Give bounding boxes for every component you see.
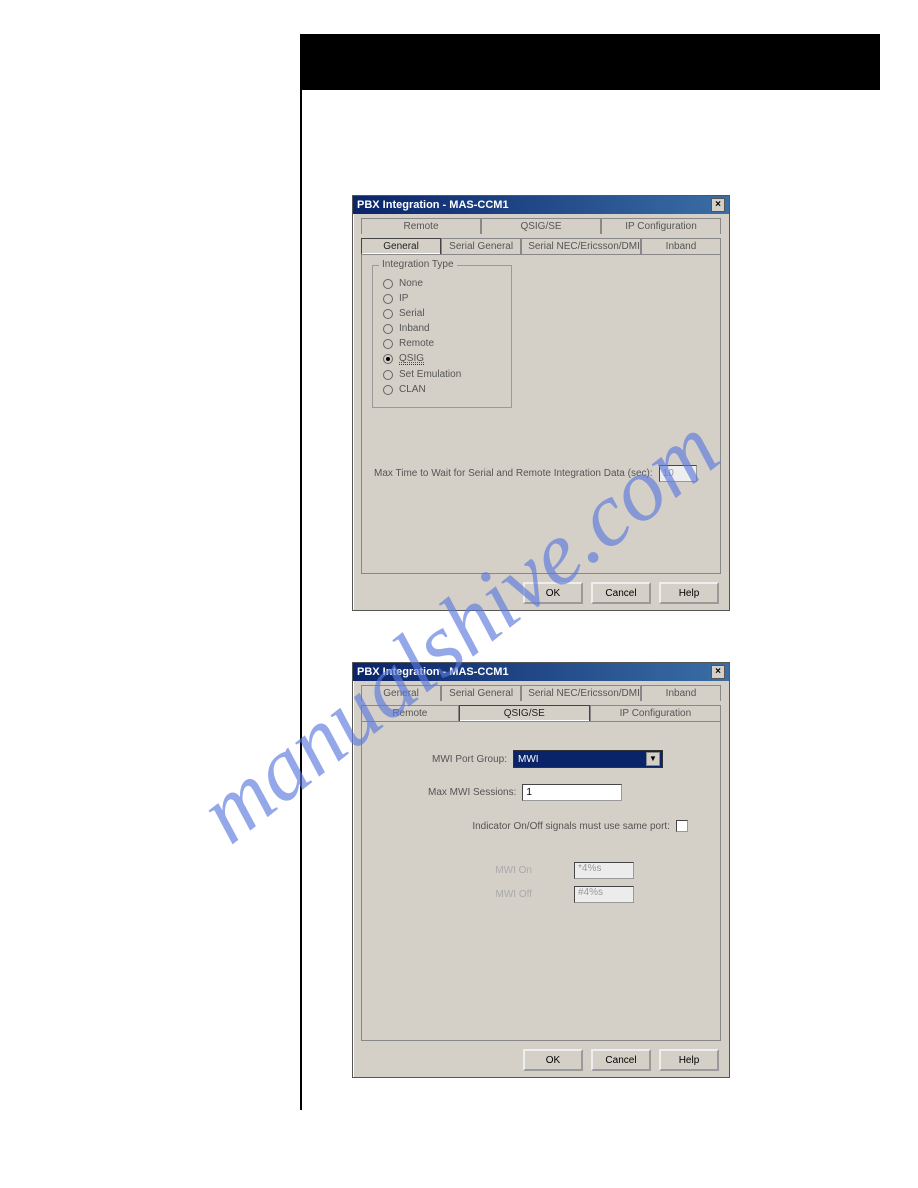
- tab-row-lower: General Serial General Serial NEC/Ericss…: [361, 238, 721, 254]
- help-button[interactable]: Help: [659, 582, 719, 604]
- tab-panel-qsig-se: MWI Port Group: MWI ▼ Max MWI Sessions: …: [361, 721, 721, 1041]
- groupbox-title: Integration Type: [379, 259, 457, 270]
- dropdown-value: MWI: [518, 754, 539, 765]
- max-mwi-input[interactable]: [522, 784, 622, 801]
- radio-remote[interactable]: Remote: [383, 338, 501, 349]
- tab-ip-configuration[interactable]: IP Configuration: [590, 705, 721, 721]
- tab-ip-configuration[interactable]: IP Configuration: [601, 218, 721, 234]
- tab-row-upper: Remote QSIG/SE IP Configuration: [361, 218, 721, 234]
- button-row: OK Cancel Help: [353, 1049, 719, 1071]
- margin-rule: [300, 90, 302, 1110]
- tab-row-lower: Remote QSIG/SE IP Configuration: [361, 705, 721, 721]
- tab-serial-nec[interactable]: Serial NEC/Ericsson/DMID: [521, 685, 641, 701]
- button-row: OK Cancel Help: [353, 582, 719, 604]
- radio-ip[interactable]: IP: [383, 293, 501, 304]
- help-button[interactable]: Help: [659, 1049, 719, 1071]
- indicator-row: Indicator On/Off signals must use same p…: [428, 820, 688, 832]
- mwi-on-label: MWI On: [482, 865, 532, 876]
- dialog-title: PBX Integration - MAS-CCM1: [357, 666, 509, 678]
- radio-inband[interactable]: Inband: [383, 323, 501, 334]
- ok-button[interactable]: OK: [523, 582, 583, 604]
- tab-general[interactable]: General: [361, 685, 441, 701]
- mwi-off-input: #4%s: [574, 886, 634, 903]
- radio-label: QSIG: [399, 353, 424, 365]
- page-header-bar: [300, 34, 880, 90]
- tab-qsig-se[interactable]: QSIG/SE: [481, 218, 601, 234]
- mwi-on-input: *4%s: [574, 862, 634, 879]
- radio-label: Serial: [399, 308, 425, 319]
- mwi-port-group-row: MWI Port Group: MWI ▼: [432, 750, 663, 768]
- radio-clan[interactable]: CLAN: [383, 384, 501, 395]
- tab-remote[interactable]: Remote: [361, 218, 481, 234]
- tab-remote[interactable]: Remote: [361, 705, 459, 721]
- mwi-port-group-select[interactable]: MWI ▼: [513, 750, 663, 768]
- indicator-label: Indicator On/Off signals must use same p…: [472, 821, 670, 832]
- pbx-integration-dialog-general: PBX Integration - MAS-CCM1 × Remote QSIG…: [352, 195, 730, 611]
- mwi-off-row: MWI Off #4%s: [482, 886, 634, 903]
- mwi-on-row: MWI On *4%s: [482, 862, 634, 879]
- radio-label: Set Emulation: [399, 369, 461, 380]
- titlebar: PBX Integration - MAS-CCM1 ×: [353, 663, 729, 681]
- tab-row-upper: General Serial General Serial NEC/Ericss…: [361, 685, 721, 701]
- max-mwi-row: Max MWI Sessions:: [428, 784, 622, 801]
- radio-label: CLAN: [399, 384, 426, 395]
- ok-button[interactable]: OK: [523, 1049, 583, 1071]
- close-icon[interactable]: ×: [711, 198, 725, 212]
- cancel-button[interactable]: Cancel: [591, 1049, 651, 1071]
- tab-inband[interactable]: Inband: [641, 238, 721, 254]
- radio-serial[interactable]: Serial: [383, 308, 501, 319]
- radio-qsig[interactable]: QSIG: [383, 353, 501, 365]
- indicator-checkbox[interactable]: [676, 820, 688, 832]
- radio-label: IP: [399, 293, 408, 304]
- integration-type-group: Integration Type None IP Serial Inband R…: [372, 265, 512, 408]
- cancel-button[interactable]: Cancel: [591, 582, 651, 604]
- tab-qsig-se[interactable]: QSIG/SE: [459, 705, 590, 721]
- max-time-stepper[interactable]: 10: [659, 465, 697, 482]
- radio-none[interactable]: None: [383, 278, 501, 289]
- radio-set-emulation[interactable]: Set Emulation: [383, 369, 501, 380]
- divider: [300, 88, 880, 90]
- chevron-down-icon: ▼: [646, 752, 660, 766]
- max-mwi-label: Max MWI Sessions:: [428, 787, 516, 798]
- tab-serial-nec[interactable]: Serial NEC/Ericsson/DMID: [521, 238, 641, 254]
- radio-label: Remote: [399, 338, 434, 349]
- tab-serial-general[interactable]: Serial General: [441, 238, 521, 254]
- pbx-integration-dialog-qsig-se: PBX Integration - MAS-CCM1 × General Ser…: [352, 662, 730, 1078]
- radio-label: Inband: [399, 323, 430, 334]
- tab-serial-general[interactable]: Serial General: [441, 685, 521, 701]
- max-time-row: Max Time to Wait for Serial and Remote I…: [374, 465, 697, 482]
- mwi-port-group-label: MWI Port Group:: [432, 754, 507, 765]
- close-icon[interactable]: ×: [711, 665, 725, 679]
- tab-panel-general: Integration Type None IP Serial Inband R…: [361, 254, 721, 574]
- dialog-title: PBX Integration - MAS-CCM1: [357, 199, 509, 211]
- max-time-label: Max Time to Wait for Serial and Remote I…: [374, 468, 653, 479]
- radio-label: None: [399, 278, 423, 289]
- tab-inband[interactable]: Inband: [641, 685, 721, 701]
- titlebar: PBX Integration - MAS-CCM1 ×: [353, 196, 729, 214]
- mwi-off-label: MWI Off: [482, 889, 532, 900]
- tab-general[interactable]: General: [361, 238, 441, 254]
